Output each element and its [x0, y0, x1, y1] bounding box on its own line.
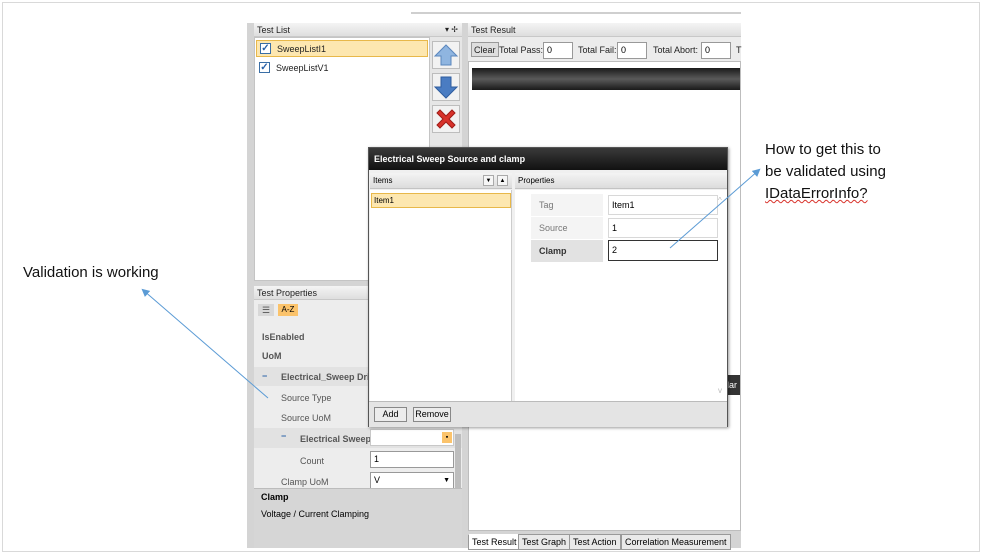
- arrow-left-icon: [141, 288, 269, 399]
- annotation-right-2: be validated using: [765, 163, 886, 180]
- annotation-right-1: How to get this to: [765, 141, 881, 158]
- annotation-right-3: IDataErrorInfo?: [765, 185, 868, 202]
- arrow-right-icon: [669, 168, 761, 249]
- annotation-left: Validation is working: [23, 264, 159, 281]
